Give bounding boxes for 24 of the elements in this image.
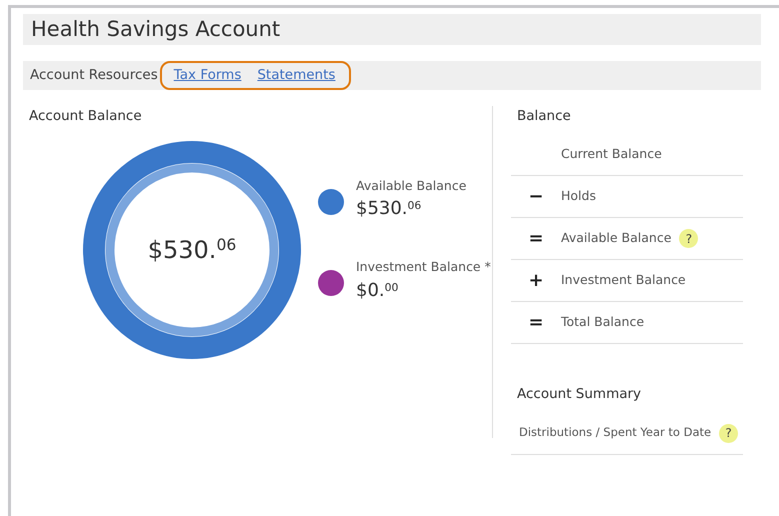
legend-label: Available Balance: [356, 176, 466, 194]
donut-total: $530.$^{06}$: [148, 235, 236, 266]
help-icon[interactable]: ?: [719, 424, 738, 442]
resources-label: Account Resources: [30, 66, 158, 86]
balance-label: Total Balance: [561, 313, 644, 332]
page-title: Health Savings Account: [23, 14, 761, 45]
help-icon[interactable]: ?: [679, 229, 698, 248]
balance-label: Current Balance: [561, 145, 662, 164]
operator-symbol: +: [527, 269, 545, 294]
operator-symbol: =: [527, 227, 545, 252]
resource-link[interactable]: Tax Forms: [174, 65, 242, 86]
legend-label: Investment Balance *: [356, 258, 491, 276]
legend-amount: $530.$^{06}$: [356, 197, 422, 222]
balance-label: Investment Balance: [561, 271, 686, 290]
resource-link[interactable]: Statements: [257, 65, 336, 86]
balance-label: Available Balance: [561, 229, 672, 248]
section-heading: Balance: [517, 107, 572, 126]
legend-amount: $0.$^{00}$: [356, 279, 400, 303]
section-heading: Account Summary: [517, 385, 642, 404]
summary-label: Distributions / Spent Year to Date: [519, 424, 712, 442]
section-heading: Account Balance: [29, 107, 143, 126]
balance-label: Holds: [561, 187, 596, 206]
operator-symbol: =: [527, 311, 545, 336]
operator-symbol: −: [527, 185, 545, 210]
